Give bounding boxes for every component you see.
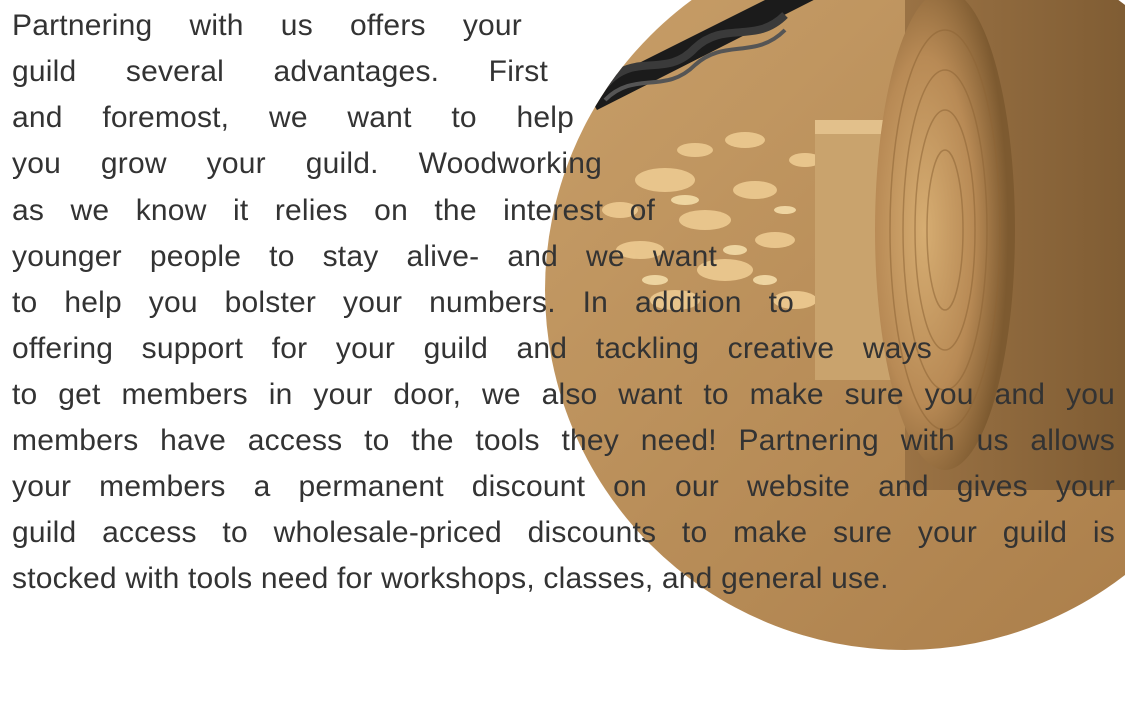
paragraph-line: guild access to wholesale-priced discoun… [12, 516, 1115, 549]
paragraph-line: to get members in your door, we also wan… [12, 378, 1115, 411]
paragraph-line: as we know it relies on the interest of [12, 194, 655, 227]
paragraph-line: you grow your guild. Woodworking [12, 147, 602, 180]
paragraph-line: guild several advantages. First [12, 55, 548, 88]
paragraph-line: stocked with tools need for workshops, c… [12, 562, 889, 595]
paragraph-line: younger people to stay alive- and we wan… [12, 240, 717, 273]
paragraph-line: Partnering with us offers your [12, 9, 522, 42]
paragraph-line: to help you bolster your numbers. In add… [12, 286, 794, 319]
page: Partnering with us offers your guild sev… [0, 0, 1125, 718]
paragraph-line: members have access to the tools they ne… [12, 424, 1115, 457]
paragraph-line: and foremost, we want to help [12, 101, 574, 134]
paragraph-line: your members a permanent discount on our… [12, 470, 1115, 503]
paragraph-line: offering support for your guild and tack… [12, 332, 932, 365]
